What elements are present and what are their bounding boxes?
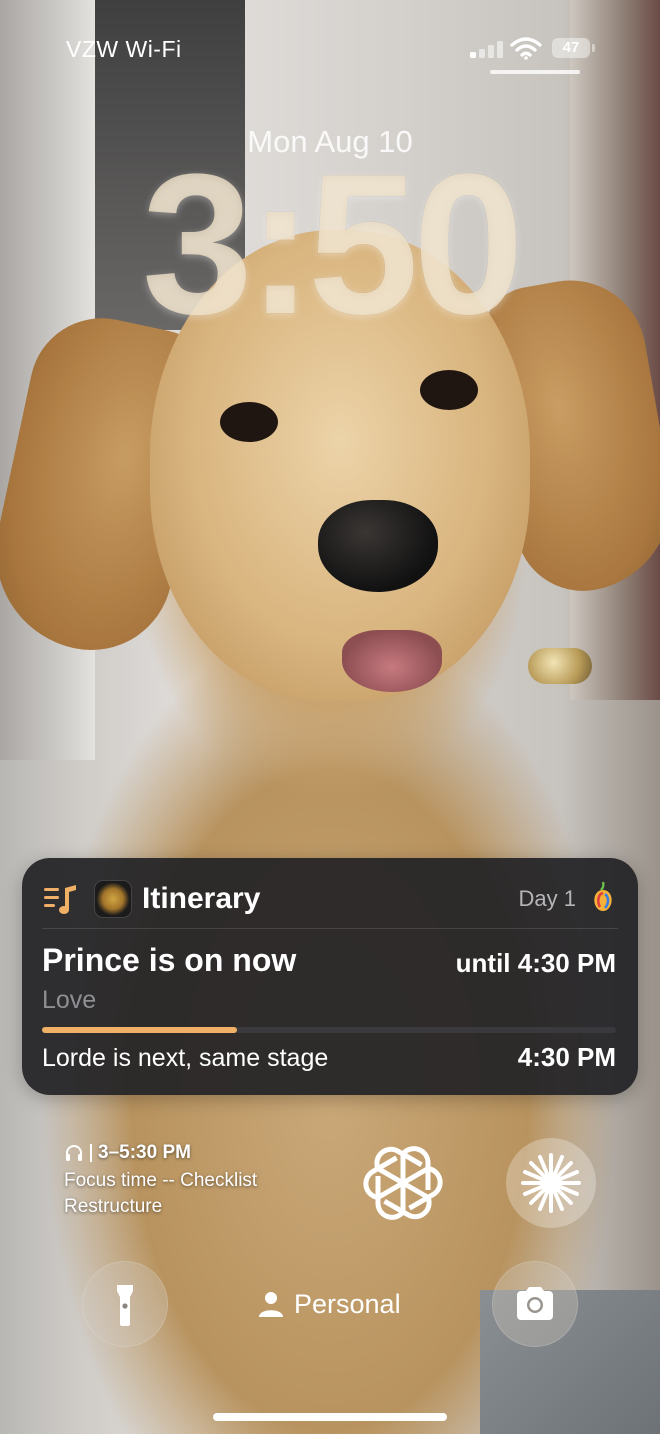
focus-mode-selector[interactable]: Personal	[258, 1286, 401, 1322]
next-act-time: 4:30 PM	[517, 1042, 616, 1072]
wallpaper-puppy-eye	[220, 402, 278, 442]
focus-time-range: 3–5:30 PM	[98, 1142, 191, 1163]
camera-icon	[517, 1287, 553, 1320]
home-indicator[interactable]	[213, 1413, 447, 1421]
flashlight-button[interactable]	[82, 1261, 168, 1347]
wallpaper-door-knob	[528, 648, 592, 684]
camera-button[interactable]	[492, 1261, 578, 1347]
focus-widget-separator	[90, 1144, 92, 1162]
wallpaper-puppy-nose	[318, 500, 438, 592]
cellular-signal-icon	[470, 40, 504, 58]
chatgpt-icon[interactable]	[358, 1138, 448, 1228]
live-activity-header: Itinerary Day 1	[44, 880, 616, 920]
app-icon	[94, 880, 132, 918]
spark-widget[interactable]	[506, 1138, 596, 1228]
headphones-icon	[66, 1145, 82, 1161]
until-time: until 4:30 PM	[455, 948, 616, 978]
card-divider	[42, 928, 618, 929]
flashlight-icon	[117, 1285, 133, 1326]
fruit-icon	[594, 881, 612, 911]
playlist-icon	[44, 885, 76, 914]
wifi-icon	[510, 37, 542, 60]
wallpaper-puppy-mouth	[342, 630, 442, 692]
lock-screen-time: 3:50	[141, 133, 524, 356]
wallpaper-puppy-eye	[420, 370, 478, 410]
status-bar: VZW Wi-Fi 47	[0, 0, 660, 80]
focus-widget-time-row: 3–5:30 PM	[64, 1140, 344, 1166]
focus-event-title: Focus time -- Checklist Restructure	[64, 1170, 258, 1217]
day-label: Day 1	[518, 886, 576, 911]
calendar-focus-widget[interactable]: 3–5:30 PM Focus time -- Checklist Restru…	[64, 1140, 344, 1220]
focus-mode-label: Personal	[294, 1288, 401, 1319]
song-title: Love	[42, 986, 97, 1014]
person-icon	[259, 1292, 283, 1317]
carrier-label: VZW Wi-Fi	[66, 36, 182, 62]
battery-indicator: 47	[552, 38, 595, 58]
progress-fill	[42, 1027, 238, 1033]
spark-icon	[521, 1153, 581, 1213]
control-center-hint[interactable]	[490, 70, 580, 74]
live-activity-card[interactable]: Itinerary Day 1 Prince is on now until 4…	[22, 858, 638, 1095]
next-act-text: Lorde is next, same stage	[42, 1044, 329, 1072]
now-playing-text: Prince is on now	[42, 942, 297, 978]
progress-track	[42, 1027, 616, 1033]
live-activity-app-title: Itinerary	[142, 882, 261, 915]
